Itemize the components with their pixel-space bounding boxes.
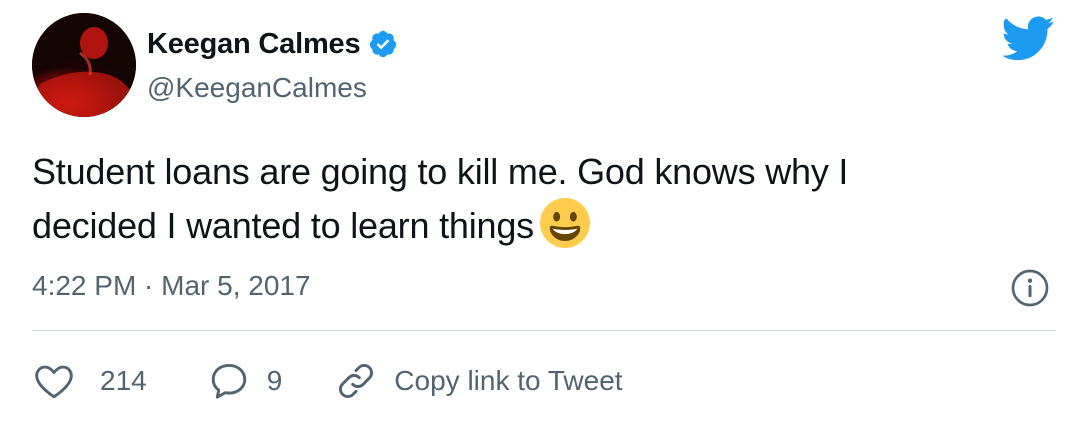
verified-badge-icon bbox=[370, 30, 397, 58]
display-name[interactable]: Keegan Calmes bbox=[147, 28, 361, 61]
copy-link-label: Copy link to Tweet bbox=[394, 365, 623, 396]
tweet-text-line-2: decided I wanted to learn things bbox=[32, 205, 534, 246]
tweet-card: Keegan Calmes @KeeganCalmes Student loan… bbox=[0, 0, 1083, 422]
tweet-actions: 214 9 Copy link to Tweet bbox=[32, 356, 623, 406]
tweet-timestamp[interactable]: 4:22 PM · Mar 5, 2017 bbox=[32, 270, 311, 302]
display-name-row: Keegan Calmes bbox=[147, 24, 398, 64]
copy-link-button[interactable]: Copy link to Tweet bbox=[334, 359, 623, 403]
info-icon[interactable] bbox=[1010, 268, 1050, 308]
tweet-text: Student loans are going to kill me. God … bbox=[32, 146, 1042, 252]
like-button[interactable]: 214 bbox=[32, 359, 147, 403]
avatar-photo bbox=[32, 13, 136, 117]
reply-bubble-icon bbox=[211, 363, 246, 399]
reply-button[interactable]: 9 bbox=[207, 359, 283, 403]
reply-count: 9 bbox=[266, 365, 283, 396]
avatar[interactable] bbox=[32, 13, 136, 117]
link-icon bbox=[339, 364, 374, 398]
tweet-text-line-1: Student loans are going to kill me. God … bbox=[32, 151, 849, 192]
twitter-bird-icon[interactable] bbox=[1003, 16, 1055, 60]
divider bbox=[32, 330, 1056, 331]
grinning-face-emoji-icon bbox=[539, 198, 590, 248]
user-handle[interactable]: @KeeganCalmes bbox=[147, 72, 367, 104]
heart-icon bbox=[35, 365, 73, 399]
like-count: 214 bbox=[100, 365, 147, 396]
